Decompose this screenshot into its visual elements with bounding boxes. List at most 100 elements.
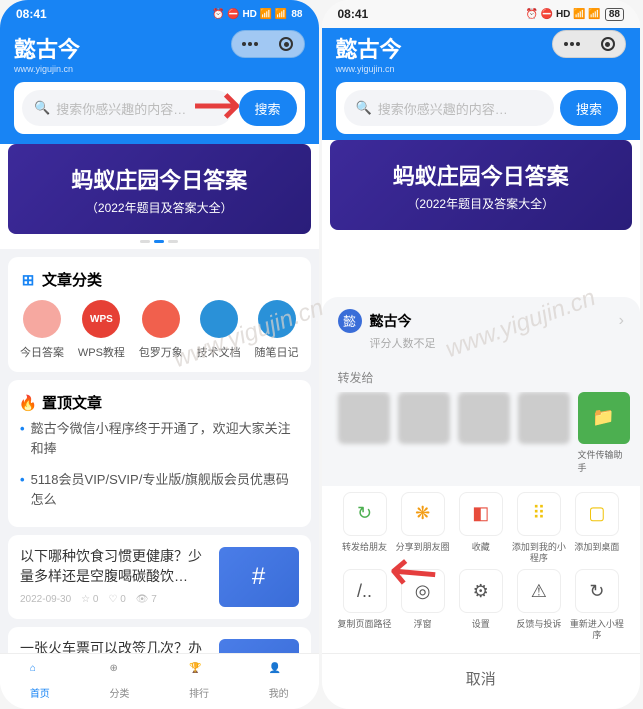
forward-label: 转发给 [322,361,641,392]
close-icon[interactable] [601,37,615,51]
action-设置[interactable]: ⚙设置 [454,569,508,641]
pinned-item[interactable]: 5118会员VIP/SVIP/专业版/旗舰版会员优惠码怎么 [20,464,299,515]
action-icon: ⠿ [517,492,561,536]
banner[interactable]: 蚂蚁庄园今日答案 （2022年题目及答案大全） [330,140,633,230]
category-item[interactable]: 包罗万象 [139,300,183,360]
page-indicator [0,234,319,249]
phone-left: 08:41 ⏰ ⛔ HD 📶 📶 88 懿古今 www.yigujin.cn 🔍… [0,0,319,709]
action-grid: ↻转发给朋友❋分享到朋友圈◧收藏⠿添加到我的小程序▢添加到桌面 /..复制页面路径… [322,486,641,653]
more-icon[interactable] [242,42,258,46]
action-icon: ↻ [575,569,619,613]
action-icon: ◧ [459,492,503,536]
search-input[interactable]: 🔍 搜索你感兴趣的内容… [344,90,555,126]
action-sheet: 懿 懿古今 › 评分人数不足 转发给 📁 文件传输助手 ↻转发给朋友❋分享到朋友… [322,297,641,709]
header: 懿古今 www.yigujin.cn 🔍 搜索你感兴趣的内容… 搜索 [0,28,319,144]
mini-program-capsule[interactable] [231,30,305,58]
article-thumb: # [219,639,299,653]
banner-subtitle: （2022年题目及答案大全） [86,199,233,216]
action-反馈与投诉[interactable]: ⚠反馈与投诉 [512,569,566,641]
tab-排行[interactable]: 🏆排行 [159,654,239,709]
search-button[interactable]: 搜索 [560,90,618,126]
action-icon: ❋ [401,492,445,536]
status-bar: 08:41 ⏰ ⛔ HD 📶 📶 88 [322,0,641,28]
search-icon: 🔍 [356,100,372,116]
tab-icon: 🏆 [189,663,209,683]
contact-avatar[interactable] [338,392,390,444]
category-icon: ⊞ [20,272,36,288]
mini-program-capsule[interactable] [552,30,626,58]
article-meta: 2022-09-30 ☆ 0 ♡ 0 👁 7 [20,594,211,605]
pinned-item[interactable]: 懿古今微信小程序终于开通了，欢迎大家关注和捧 [20,413,299,464]
action-复制页面路径[interactable]: /..复制页面路径 [338,569,392,641]
search-bar: 🔍 搜索你感兴趣的内容… 搜索 [336,82,627,134]
article-thumb: # [219,547,299,607]
action-分享到朋友圈[interactable]: ❋分享到朋友圈 [396,492,450,564]
action-icon: /.. [343,569,387,613]
status-time: 08:41 [338,7,369,21]
category-item[interactable]: WPSWPS教程 [78,300,125,360]
action-icon: ▢ [575,492,619,536]
article-card[interactable]: 一张火车票可以改签几次？办理多少次改签？什么是改签？ # [8,627,311,653]
action-转发给朋友[interactable]: ↻转发给朋友 [338,492,392,564]
tab-我的[interactable]: 👤我的 [239,654,319,709]
status-time: 08:41 [16,7,47,21]
category-icon [200,300,238,338]
tab-icon: ⊕ [109,663,129,683]
tab-分类[interactable]: ⊕分类 [80,654,160,709]
search-input[interactable]: 🔍 搜索你感兴趣的内容… [22,90,233,126]
more-icon[interactable] [564,42,580,46]
pinned-card: 🔥置顶文章 懿古今微信小程序终于开通了，欢迎大家关注和捧5118会员VIP/SV… [8,380,311,527]
action-收藏[interactable]: ◧收藏 [454,492,508,564]
search-bar: 🔍 搜索你感兴趣的内容… 搜索 [14,82,305,134]
category-icon [258,300,296,338]
article-title: 一张火车票可以改签几次？办理多少次改签？什么是改签？ [20,639,211,653]
tab-icon: ⌂ [30,663,50,683]
chevron-right-icon[interactable]: › [619,312,624,330]
contact-avatar[interactable] [458,392,510,444]
category-icon [142,300,180,338]
category-item[interactable]: 技术文档 [197,300,241,360]
tab-首页[interactable]: ⌂首页 [0,654,80,709]
search-button[interactable]: 搜索 [239,90,297,126]
action-重新进入小程序[interactable]: ↻重新进入小程序 [570,569,624,641]
search-icon: 🔍 [34,100,50,116]
header: 懿古今 www.yigujin.cn 🔍 搜索你感兴趣的内容… 搜索 [322,28,641,140]
status-bar: 08:41 ⏰ ⛔ HD 📶 📶 88 [0,0,319,28]
article-card[interactable]: 以下哪种饮食习惯更健康？少量多样还是空腹喝碳酸饮… 2022-09-30 ☆ 0… [8,535,311,619]
action-添加到我的小程序[interactable]: ⠿添加到我的小程序 [512,492,566,564]
main-content: ⊞文章分类 今日答案WPSWPS教程包罗万象技术文档随笔日记 🔥置顶文章 懿古今… [0,249,319,653]
banner[interactable]: 蚂蚁庄园今日答案 （2022年题目及答案大全） [8,144,311,234]
cancel-button[interactable]: 取消 [322,653,641,709]
categories-card: ⊞文章分类 今日答案WPSWPS教程包罗万象技术文档随笔日记 [8,257,311,372]
mini-program-icon: 懿 [338,309,362,333]
contact-avatar[interactable] [518,392,570,444]
contact-avatar[interactable] [398,392,450,444]
contact-row: 📁 文件传输助手 [322,392,641,486]
status-icons: ⏰ ⛔ HD 📶 📶 88 [212,9,303,20]
phone-right: 08:41 ⏰ ⛔ HD 📶 📶 88 懿古今 www.yigujin.cn 🔍… [322,0,641,709]
category-icon: WPS [82,300,120,338]
action-icon: ⚠ [517,569,561,613]
tab-icon: 👤 [269,663,289,683]
sheet-header: 懿 懿古今 › 评分人数不足 [322,309,641,361]
action-浮窗[interactable]: ◎浮窗 [396,569,450,641]
category-icon [23,300,61,338]
app-subtitle: www.yigujin.cn [14,64,305,74]
action-添加到桌面[interactable]: ▢添加到桌面 [570,492,624,564]
action-icon: ⚙ [459,569,503,613]
category-item[interactable]: 今日答案 [20,300,64,360]
action-icon: ◎ [401,569,445,613]
close-icon[interactable] [279,37,293,51]
sheet-title: 懿古今 [370,311,611,331]
sheet-rating: 评分人数不足 [370,335,625,351]
tab-bar: ⌂首页⊕分类🏆排行👤我的 [0,653,319,709]
banner-title: 蚂蚁庄园今日答案 [393,159,569,191]
banner-subtitle: （2022年题目及答案大全） [407,195,554,212]
action-icon: ↻ [343,492,387,536]
category-item[interactable]: 随笔日记 [255,300,299,360]
status-icons: ⏰ ⛔ HD 📶 📶 88 [526,8,625,21]
article-title: 以下哪种饮食习惯更健康？少量多样还是空腹喝碳酸饮… [20,547,211,586]
fire-icon: 🔥 [20,395,36,411]
app-subtitle: www.yigujin.cn [336,64,627,74]
file-transfer-icon[interactable]: 📁 [578,392,630,444]
